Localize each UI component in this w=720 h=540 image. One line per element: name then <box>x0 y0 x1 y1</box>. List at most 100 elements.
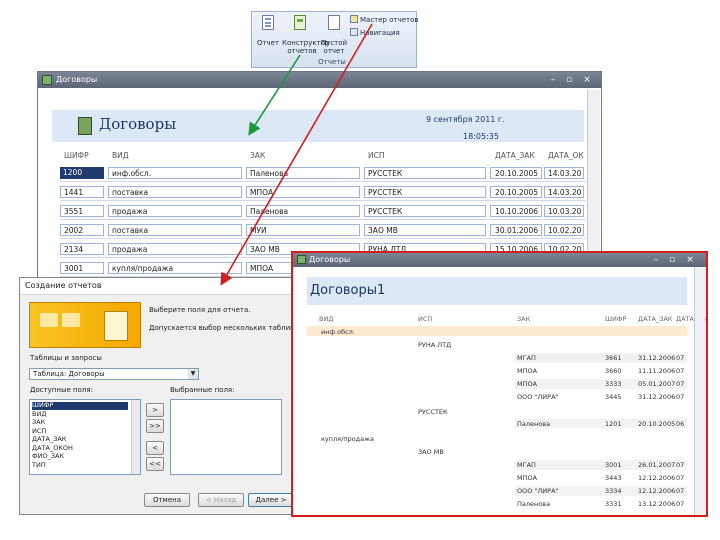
restore-icon[interactable]: ▫ <box>667 255 677 265</box>
table-cell: 14.03.20 <box>544 186 584 198</box>
table-cell: 2134 <box>60 243 104 255</box>
table-cell: 31.12.2006 <box>638 354 676 362</box>
table-cell: 3333 <box>605 380 622 388</box>
report-book-icon <box>78 117 92 135</box>
table-cell: 1200 <box>60 167 104 179</box>
table-cell: 07 <box>676 354 685 362</box>
group-row-highlight <box>307 326 687 336</box>
column-header: ВИД <box>112 151 129 160</box>
table-cell: 3334 <box>605 487 622 495</box>
close-icon[interactable]: × <box>685 255 695 265</box>
report-icon <box>262 15 274 30</box>
table-cell: 13.12.2006 <box>638 500 676 508</box>
table-cell: МПОА <box>517 474 538 482</box>
list-item[interactable]: ДАТА_ЗАК <box>32 435 66 444</box>
remove-all-button[interactable]: << <box>146 457 164 471</box>
table-cell: 3661 <box>605 354 622 362</box>
report-designer-icon <box>294 15 306 30</box>
table-cell: 20.10.2005 <box>490 167 542 179</box>
table-select-value: Таблица: Договоры <box>33 370 105 378</box>
table-cell: 31.12.2006 <box>638 393 676 401</box>
column-header: ЗАК <box>250 151 266 160</box>
move-one-button[interactable]: > <box>146 403 164 417</box>
column-header: ДАТА_ЗАК <box>495 151 535 160</box>
row-zak: Паленова <box>517 420 551 428</box>
navigation-icon <box>350 28 358 36</box>
table-cell: 26.01.2007 <box>638 461 676 469</box>
report2-titlebar[interactable]: Договоры <box>293 253 706 267</box>
column-header: ДАТА_ОК <box>548 151 584 160</box>
dialog-title: Создание отчетов <box>25 281 102 290</box>
column-header: ИСП <box>418 315 433 323</box>
selected-fields-label: Выбранные поля: <box>170 386 235 394</box>
table-cell: МПОА <box>246 186 360 198</box>
cancel-button[interactable]: Отмена <box>144 493 190 507</box>
table-cell: РУССТЕК <box>364 205 486 217</box>
table-cell: 1441 <box>60 186 104 198</box>
table-cell: МПОА <box>517 380 538 388</box>
table-cell: инф.обсл. <box>108 167 242 179</box>
next-button[interactable]: Далее > <box>248 493 294 507</box>
table-select[interactable]: Таблица: Договоры ▼ <box>29 368 199 380</box>
row-date-ok: 06 <box>676 420 685 428</box>
table-cell: 07 <box>676 487 685 495</box>
close-icon[interactable]: × <box>582 75 592 85</box>
report-button[interactable]: Отчет <box>254 39 282 47</box>
table-cell: 07 <box>676 367 685 375</box>
row-shifr: 1201 <box>605 420 622 428</box>
group-isp: РУНА ЛТД <box>418 341 452 349</box>
empty-report-button[interactable]: Пустой отчет <box>320 39 348 55</box>
report-window-titlebar[interactable]: Договоры <box>38 72 601 88</box>
list-item[interactable]: ТИП <box>32 461 46 470</box>
minimize-icon[interactable]: – <box>651 255 661 265</box>
report-wizard-button[interactable]: Мастер отчетов <box>360 16 420 24</box>
list-item[interactable]: ДАТА_ОКОН <box>32 444 73 453</box>
table-cell: Паленова <box>517 500 551 508</box>
list-item[interactable]: ИСП <box>32 427 46 436</box>
navigation-button[interactable]: Навигация <box>360 29 410 37</box>
multi-tables-note: Допускается выбор нескольких таблиц или … <box>149 324 300 332</box>
table-cell: 3331 <box>605 500 622 508</box>
table-cell: 3445 <box>605 393 622 401</box>
list-item[interactable]: ШИФР <box>32 401 128 410</box>
report-window: Договоры – ▫ × Договоры 9 сентября 2011 … <box>37 71 602 281</box>
ribbon-group-label: Отчеты <box>318 58 346 66</box>
table-cell: 07 <box>676 474 685 482</box>
table-cell: 3551 <box>60 205 104 217</box>
table-cell: ООО "ЛИРА" <box>517 487 559 495</box>
report-designer-button[interactable]: Конструктор отчетов <box>282 39 329 55</box>
list-item[interactable]: ЗАК <box>32 418 45 427</box>
available-fields-list[interactable]: ШИФР ВИД ЗАК ИСП ДАТА_ЗАК ДАТА_ОКОН ФИО_ЗАК ТИП <box>29 399 141 475</box>
move-all-button[interactable]: >> <box>146 419 164 433</box>
report2-title: Договоры1 <box>310 283 386 298</box>
report-time: 18:05:35 <box>463 132 499 141</box>
table-cell: 07 <box>676 393 685 401</box>
remove-one-button[interactable]: < <box>146 441 164 455</box>
report2-scrollbar[interactable] <box>694 267 705 515</box>
table-cell: 07 <box>676 500 685 508</box>
restore-icon[interactable]: ▫ <box>564 75 574 85</box>
table-cell: 14.03.20 <box>544 167 584 179</box>
minimize-icon[interactable]: – <box>548 75 558 85</box>
table-cell: 2002 <box>60 224 104 236</box>
column-header: ШИФР <box>64 151 89 160</box>
group-vid: купля/продажа <box>321 435 374 443</box>
selected-fields-list[interactable] <box>170 399 282 475</box>
window-title: Договоры <box>309 255 351 264</box>
table-cell: Паленова <box>246 167 360 179</box>
report-wizard-icon <box>350 15 358 23</box>
back-button[interactable]: < Назад <box>198 493 244 507</box>
table-cell: МГАП <box>517 461 536 469</box>
table-cell: 07 <box>676 380 685 388</box>
table-cell: 10.10.2006 <box>490 205 542 217</box>
table-cell: 3001 <box>605 461 622 469</box>
dialog-titlebar[interactable]: Создание отчетов <box>20 278 300 295</box>
table-cell: МПОА <box>517 367 538 375</box>
list-item[interactable]: ФИО_ЗАК <box>32 452 64 461</box>
table-cell: ООО "ЛИРА" <box>517 393 559 401</box>
table-cell: 30.01.2006 <box>490 224 542 236</box>
list-item[interactable]: ВИД <box>32 410 46 419</box>
table-cell: ЗАО МВ <box>364 224 486 236</box>
list-scrollbar[interactable] <box>131 400 140 474</box>
chevron-down-icon[interactable]: ▼ <box>188 369 198 379</box>
